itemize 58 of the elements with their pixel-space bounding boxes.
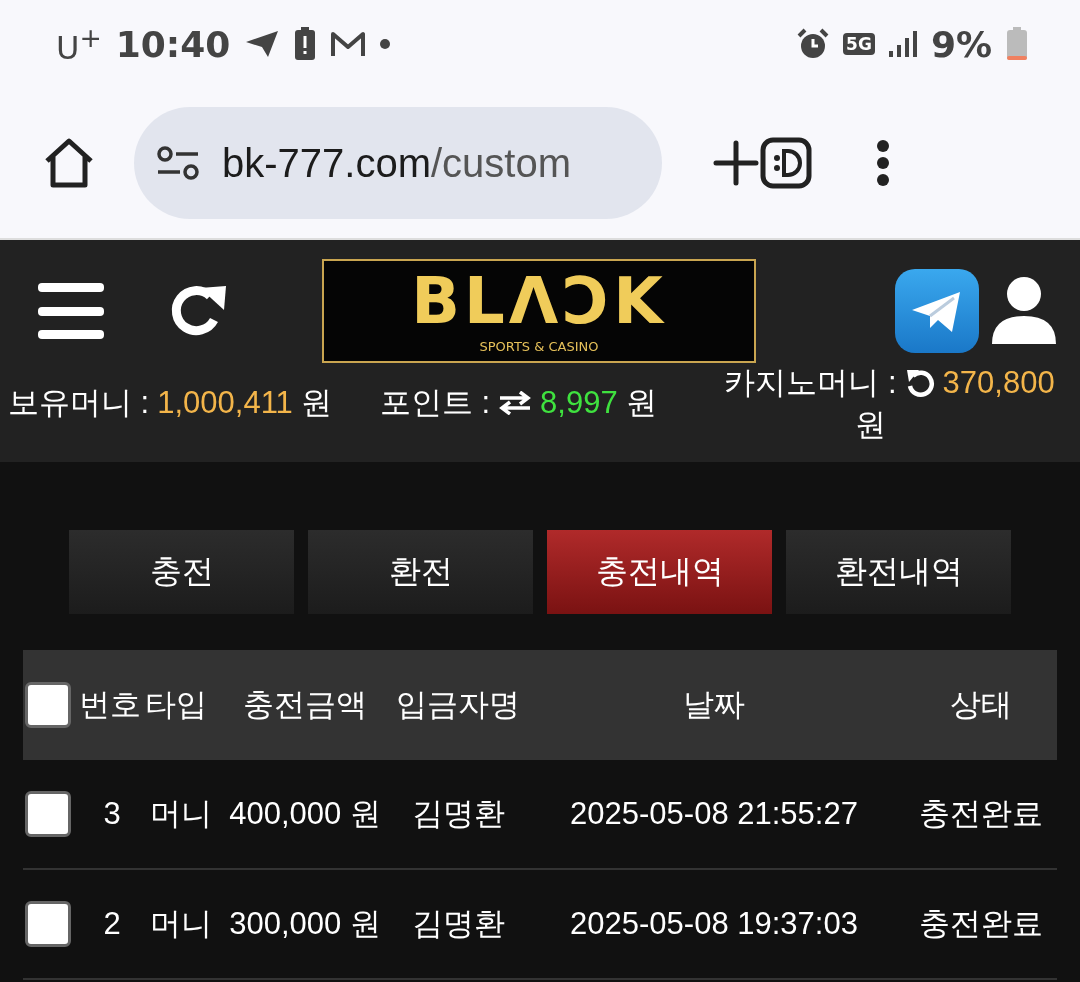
battery-alert-icon — [294, 27, 317, 61]
site-settings-icon[interactable] — [156, 145, 200, 181]
tab[interactable]: 환전 — [308, 530, 533, 614]
tab[interactable]: 충전 — [69, 530, 294, 614]
currency-unit: 원 — [625, 384, 657, 422]
table-cell-text: 3 — [102, 796, 122, 832]
balance-label: 카지노머니 : — [724, 364, 897, 402]
currency-unit: 원 — [300, 384, 332, 422]
table-cell-text: 머니 — [149, 795, 213, 833]
table-cell-text: 충전완료 — [918, 905, 1044, 943]
column-header: 타입 — [145, 686, 208, 724]
clock-time: 10:40 — [115, 23, 231, 65]
table-cell-text: 충전완료 — [918, 795, 1044, 833]
tab[interactable]: 환전내역 — [786, 530, 1011, 614]
carrier-name: U$^{+}$ — [56, 21, 102, 67]
network-badge: 5G — [843, 33, 875, 55]
column-header: 상태 — [949, 686, 1013, 724]
telegram-icon[interactable] — [894, 268, 980, 354]
select-all-checkbox[interactable] — [25, 682, 71, 728]
table-cell-text: 2025-05-08 19:37:03 — [569, 906, 859, 942]
table-cell-text: 2025-05-08 21:55:27 — [569, 796, 859, 832]
menu-icon[interactable] — [38, 283, 104, 339]
url-text: bk-777.com/custom — [222, 140, 572, 186]
address-bar[interactable]: bk-777.com/custom — [134, 107, 662, 219]
table-cell-text: 300,000 원 — [228, 905, 382, 943]
column-header: 날짜 — [682, 686, 746, 724]
table-cell-text: 김명환 — [410, 905, 506, 943]
currency-unit: 원 — [853, 406, 887, 444]
paper-plane-icon — [244, 29, 281, 59]
battery-icon — [1006, 27, 1028, 61]
mail-icon — [330, 30, 367, 58]
alarm-icon — [797, 28, 830, 60]
dot-icon — [380, 39, 391, 49]
battery-percent: 9% — [930, 23, 992, 65]
refresh-arrow-icon[interactable] — [904, 368, 935, 398]
balance-amount: 370,800 — [942, 365, 1055, 401]
table-cell-text: 2 — [102, 906, 122, 942]
new-tab-icon[interactable] — [712, 139, 760, 187]
column-header: 번호 — [79, 686, 142, 724]
row-checkbox[interactable] — [25, 791, 71, 837]
column-header: 입금자명 — [395, 686, 521, 724]
balance-amount: 1,000,411 — [157, 385, 293, 421]
balance-label: 보유머니 : — [8, 384, 150, 422]
tab-switcher-icon[interactable] — [760, 137, 812, 189]
exchange-arrows-icon — [498, 391, 533, 415]
row-checkbox[interactable] — [25, 901, 71, 947]
balance-label: 포인트 : — [379, 384, 491, 422]
site-logo[interactable]: BLΛƆK SPORTS & CASINO — [322, 259, 756, 363]
tab[interactable]: 충전내역 — [547, 530, 772, 614]
balance-amount: 8,997 — [540, 385, 618, 421]
column-header: 충전금액 — [242, 686, 368, 724]
refresh-icon[interactable] — [170, 284, 228, 338]
table-cell-text: 김명환 — [410, 795, 506, 833]
user-icon[interactable] — [992, 276, 1056, 346]
more-menu-icon[interactable] — [876, 139, 890, 187]
signal-icon — [888, 31, 917, 57]
table-cell-text: 머니 — [149, 905, 213, 943]
table-cell-text: 400,000 원 — [228, 795, 382, 833]
